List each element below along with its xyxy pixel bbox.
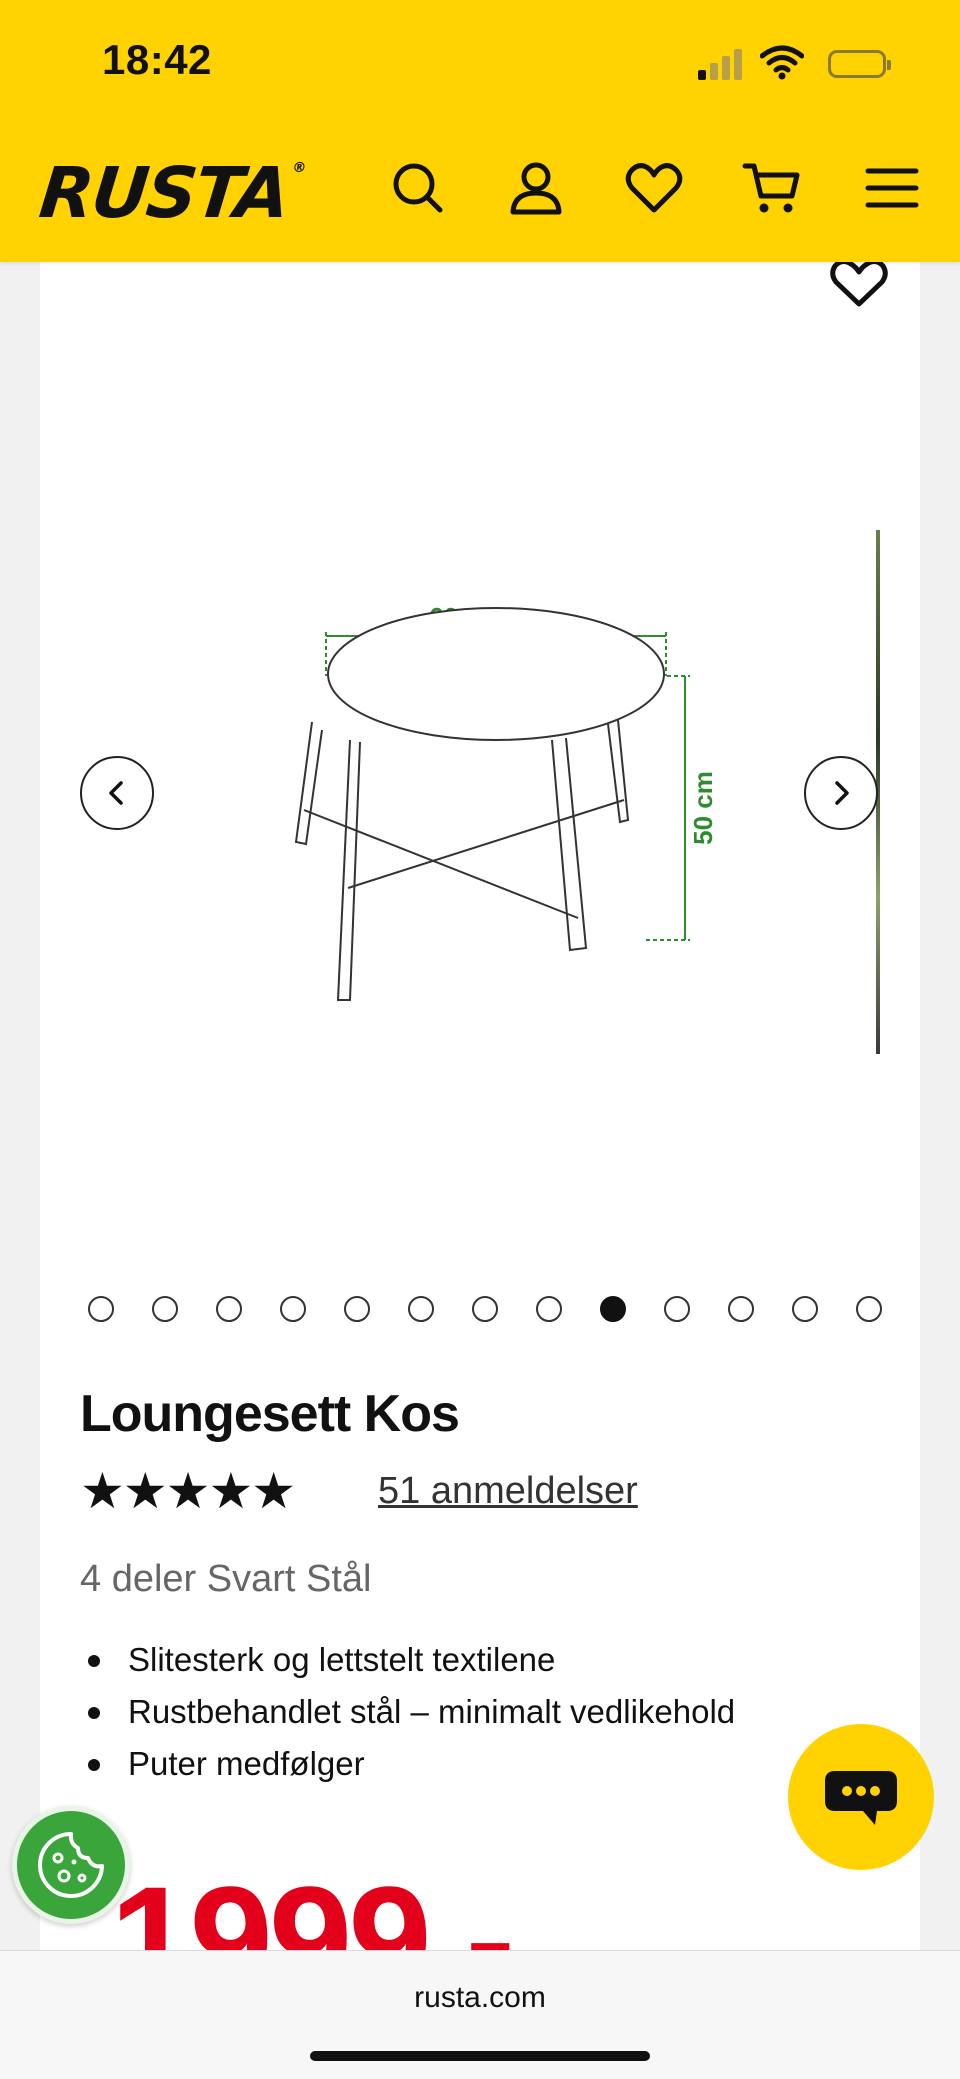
carousel-dot[interactable] — [280, 1296, 306, 1322]
menu-icon[interactable] — [862, 158, 922, 218]
feature-item: Rustbehandlet stål – minimalt vedlikehol… — [80, 1686, 735, 1738]
product-subtitle: 4 deler Svart Stål — [80, 1558, 372, 1600]
wifi-icon — [760, 45, 804, 80]
carousel-dot[interactable] — [88, 1296, 114, 1322]
carousel-dot[interactable] — [856, 1296, 882, 1322]
signal-icon — [698, 48, 744, 80]
feature-item: Slitesterk og lettstelt textilene — [80, 1634, 735, 1686]
heart-icon[interactable] — [624, 158, 684, 218]
search-icon[interactable] — [388, 158, 448, 218]
rating-stars: ★★★★★ — [80, 1463, 296, 1519]
carousel-dot[interactable] — [536, 1296, 562, 1322]
status-time: 18:42 — [102, 36, 212, 83]
carousel-dot[interactable] — [472, 1296, 498, 1322]
rusta-logo[interactable]: RUSTA® — [36, 152, 306, 234]
chevron-left-icon — [109, 781, 123, 805]
url-bar[interactable]: rusta.com — [0, 1981, 960, 2015]
browser-toolbar: rusta.com — [0, 1950, 960, 2079]
carousel-dot[interactable] — [408, 1296, 434, 1322]
carousel-dot[interactable] — [216, 1296, 242, 1322]
cart-icon[interactable] — [742, 158, 802, 218]
height-dimension-label: 50 cm — [688, 771, 718, 845]
carousel-dot[interactable] — [792, 1296, 818, 1322]
chat-bubble-icon — [825, 1771, 897, 1825]
carousel-dot[interactable] — [600, 1296, 626, 1322]
site-header: 18:42 RUSTA® — [0, 0, 960, 262]
carousel-next-button[interactable] — [804, 756, 878, 830]
carousel-dot[interactable] — [664, 1296, 690, 1322]
carousel-dot[interactable] — [728, 1296, 754, 1322]
battery-icon — [828, 50, 891, 78]
carousel-dot[interactable] — [152, 1296, 178, 1322]
reviews-link[interactable]: 51 anmeldelser — [378, 1470, 638, 1513]
carousel-prev-button[interactable] — [80, 756, 154, 830]
user-icon[interactable] — [506, 158, 566, 218]
feature-list: Slitesterk og lettstelt textilene Rustbe… — [80, 1634, 735, 1790]
home-indicator[interactable] — [310, 2051, 650, 2061]
feature-item: Puter medfølger — [80, 1738, 735, 1790]
cookie-icon — [38, 1832, 104, 1898]
product-title: Loungesett Kos — [80, 1385, 460, 1443]
carousel-dots — [40, 1296, 920, 1326]
chat-button[interactable] — [788, 1724, 934, 1870]
product-card: 60 cm 50 cm Loungesett Kos ★★★★★ 51 anme… — [40, 258, 920, 2014]
cookie-settings-button[interactable] — [12, 1806, 130, 1924]
product-image: 60 cm 50 cm — [294, 602, 718, 1001]
chevron-right-icon — [835, 781, 849, 805]
carousel-dot[interactable] — [344, 1296, 370, 1322]
